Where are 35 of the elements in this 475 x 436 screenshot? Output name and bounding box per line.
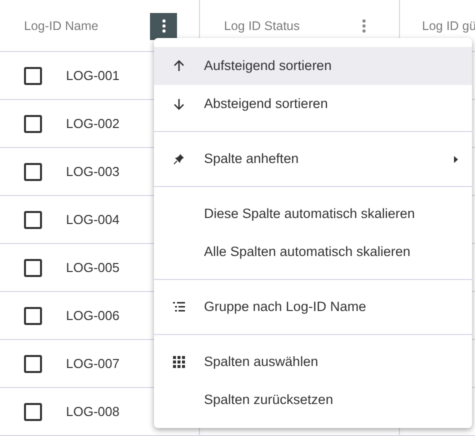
checkbox[interactable]	[24, 66, 42, 84]
arrow-down-icon	[173, 98, 185, 110]
more-icon	[362, 19, 366, 33]
checkbox[interactable]	[24, 114, 42, 132]
grid-icon	[173, 356, 185, 368]
menu-item[interactable]: Spalte anheften	[154, 140, 472, 178]
table-cell-text: LOG-002	[66, 114, 120, 133]
table-cell-text: LOG-005	[66, 258, 120, 277]
table-cell-text: LOG-007	[66, 354, 120, 373]
menu-item[interactable]: Spalten auswählen	[154, 343, 472, 381]
column-header: Log ID Status	[224, 18, 300, 35]
list-icon	[173, 302, 185, 312]
column-header: Log-ID Name	[24, 18, 98, 35]
table-cell-text: LOG-003	[66, 162, 120, 181]
table-cell-text: LOG-008	[66, 402, 120, 421]
caret-right-icon	[454, 156, 458, 162]
pin-icon	[173, 153, 185, 165]
table-cell-text: LOG-001	[66, 66, 120, 85]
table-cell-text: LOG-006	[66, 306, 120, 325]
checkbox[interactable]	[24, 354, 42, 372]
menu-item[interactable]: Spalten zurücksetzen	[154, 381, 472, 419]
menu-item[interactable]: Diese Spalte automatisch skalieren	[154, 195, 472, 233]
arrow-up-icon	[173, 60, 185, 72]
checkbox[interactable]	[24, 402, 42, 420]
checkbox[interactable]	[24, 306, 42, 324]
menu-item[interactable]: Aufsteigend sortieren	[154, 47, 472, 85]
menu-item[interactable]: Alle Spalten automatisch skalieren	[154, 233, 472, 271]
checkbox[interactable]	[24, 210, 42, 228]
menu-item[interactable]: Gruppe nach Log-ID Name	[154, 288, 472, 326]
more-icon	[162, 19, 166, 33]
menu-item[interactable]: Absteigend sortieren	[154, 85, 472, 123]
table-cell-text: LOG-004	[66, 210, 120, 229]
checkbox[interactable]	[24, 162, 42, 180]
column-menu-button[interactable]	[150, 12, 177, 40]
checkbox[interactable]	[24, 258, 42, 276]
